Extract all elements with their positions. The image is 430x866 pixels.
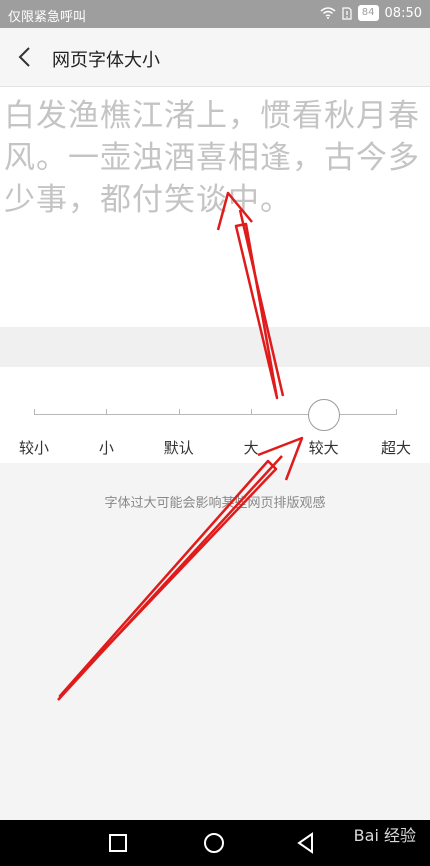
status-text: 仅限紧急呼叫 xyxy=(8,10,87,25)
recents-button[interactable] xyxy=(104,829,132,857)
font-size-hint: 字体过大可能会影响某些网页排版观感 xyxy=(104,496,326,511)
battery-indicator: 84 xyxy=(357,5,379,21)
app-bar: 网页字体大小 xyxy=(0,28,430,87)
chevron-left-icon xyxy=(18,47,30,67)
slider-label[interactable]: 默认 xyxy=(164,437,194,458)
slider-track[interactable] xyxy=(34,414,396,415)
status-bar: 仅限紧急呼叫 84 08:50 xyxy=(0,0,430,28)
slider-thumb[interactable] xyxy=(307,399,340,431)
page-title: 网页字体大小 xyxy=(52,50,160,71)
sim-alert-icon xyxy=(342,6,352,20)
back-button[interactable] xyxy=(10,40,44,74)
font-preview: 白发渔樵江渚上，惯看秋月春风。一壶浊酒喜相逢，古今多少事，都付笑谈中。 xyxy=(0,87,430,327)
slider-label[interactable]: 较小 xyxy=(19,437,49,458)
watermark: Bai 经验 xyxy=(353,826,416,845)
triangle-back-icon xyxy=(297,832,313,854)
status-indicators: 84 08:50 xyxy=(320,5,422,21)
slider-tick xyxy=(251,409,253,415)
slider-tick xyxy=(178,409,180,415)
preview-text: 白发渔樵江渚上，惯看秋月春风。一壶浊酒喜相逢，古今多少事，都付笑谈中。 xyxy=(4,98,420,218)
circle-icon xyxy=(204,833,224,853)
slider-tick xyxy=(106,409,108,415)
wifi-icon xyxy=(320,7,336,19)
slider-tick xyxy=(396,409,397,415)
home-button[interactable] xyxy=(200,829,228,857)
annotation-arrow-diagonal xyxy=(57,436,304,701)
slider-label[interactable]: 小 xyxy=(99,437,114,458)
clock: 08:50 xyxy=(384,5,422,21)
slider-label[interactable]: 较大 xyxy=(309,437,339,458)
font-size-slider: 较小 小 默认 大 较大 超大 xyxy=(0,367,430,463)
square-icon xyxy=(109,834,127,852)
back-nav-button[interactable] xyxy=(292,829,320,857)
slider-label[interactable]: 超大 xyxy=(381,437,411,458)
divider-band xyxy=(0,327,430,367)
slider-label[interactable]: 大 xyxy=(244,437,259,458)
slider-tick xyxy=(34,409,35,415)
